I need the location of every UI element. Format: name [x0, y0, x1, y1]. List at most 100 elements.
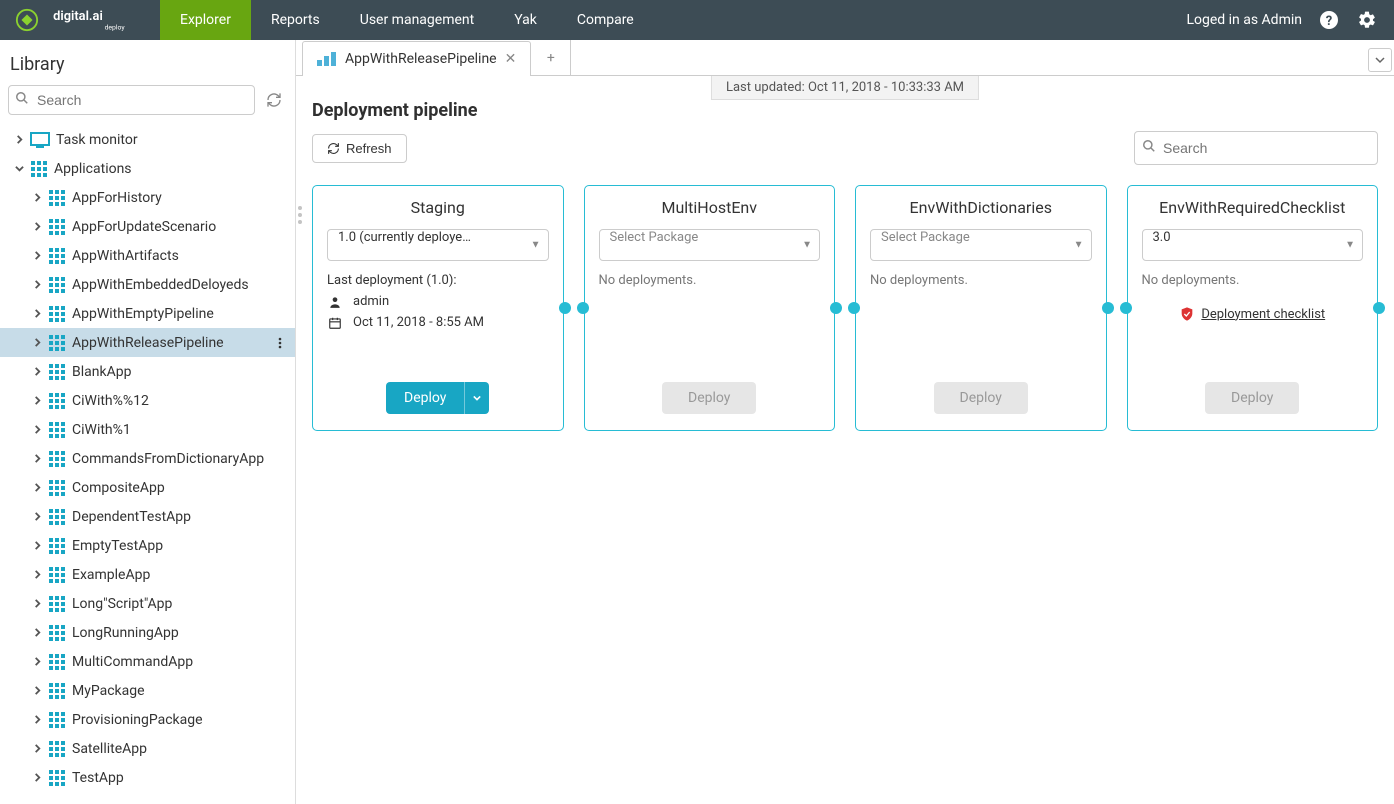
close-icon[interactable]: ✕ — [505, 51, 517, 67]
tree-item-app[interactable]: CommandsFromDictionaryApp — [0, 444, 295, 473]
package-placeholder: Select Package — [599, 229, 821, 261]
pipeline-search-input[interactable] — [1134, 131, 1378, 165]
tab-label: AppWithReleasePipeline — [345, 51, 497, 67]
tree-item-task-monitor[interactable]: Task monitor — [0, 125, 295, 154]
package-select[interactable]: Select Package▼ — [870, 229, 1092, 261]
tree-item-app[interactable]: BlankApp — [0, 357, 295, 386]
tree-item-app[interactable]: TestApp — [0, 763, 295, 792]
caret-icon — [30, 396, 44, 405]
caret-icon — [30, 454, 44, 463]
package-placeholder: Select Package — [870, 229, 1092, 261]
caret-icon — [30, 715, 44, 724]
grid-icon — [48, 392, 66, 410]
sidebar: Library Task monitorApplicationsAppForHi… — [0, 40, 296, 804]
tree-item-app[interactable]: SatelliteApp — [0, 734, 295, 763]
tree-item-app[interactable]: AppForUpdateScenario — [0, 212, 295, 241]
logo: digital.ai deploy — [0, 0, 160, 40]
chevron-down-icon: ▼ — [802, 240, 812, 251]
tree-item-app[interactable]: AppWithReleasePipeline — [0, 328, 295, 357]
tree-item-app[interactable]: EmptyTestApp — [0, 531, 295, 560]
tree-label: DependentTestApp — [72, 509, 191, 525]
deploy-dropdown[interactable] — [464, 382, 489, 414]
tree-item-app[interactable]: ExampleApp — [0, 560, 295, 589]
tree-item-app[interactable]: DependentTestApp — [0, 502, 295, 531]
caret-icon — [30, 251, 44, 260]
deploy-button-disabled: Deploy — [662, 382, 756, 414]
tree-item-applications[interactable]: Applications — [0, 154, 295, 183]
add-tab-button[interactable]: + — [531, 40, 571, 75]
grid-icon — [48, 218, 66, 236]
tree-item-app[interactable]: CiWith%%12 — [0, 386, 295, 415]
nav-explorer[interactable]: Explorer — [160, 0, 251, 40]
tree-item-app[interactable]: CompositeApp — [0, 473, 295, 502]
package-select[interactable]: 3.0▼ — [1142, 229, 1364, 261]
stage-title: MultiHostEnv — [599, 198, 821, 217]
tree-item-app[interactable]: AppWithArtifacts — [0, 241, 295, 270]
tree-label: AppForHistory — [72, 190, 162, 206]
tree-item-app[interactable]: Long"Script"App — [0, 589, 295, 618]
logo-text: digital.ai deploy — [46, 8, 146, 32]
kebab-icon[interactable] — [273, 336, 287, 350]
refresh-button[interactable]: Refresh — [312, 134, 407, 163]
nav-reports[interactable]: Reports — [251, 0, 340, 40]
tree-label: BlankApp — [72, 364, 131, 380]
svg-text:?: ? — [1326, 14, 1332, 29]
help-icon[interactable]: ? — [1318, 9, 1340, 31]
last-updated: Last updated: Oct 11, 2018 - 10:33:33 AM — [711, 76, 979, 100]
caret-icon — [30, 570, 44, 579]
pipeline-search — [1134, 131, 1378, 165]
tree-label: MyPackage — [72, 683, 145, 699]
grid-icon — [48, 276, 66, 294]
no-deployments: No deployments. — [870, 273, 1092, 288]
search-icon — [1142, 139, 1156, 157]
caret-icon — [30, 599, 44, 608]
header: digital.ai deploy Explorer Reports User … — [0, 0, 1394, 40]
nav: Explorer Reports User management Yak Com… — [160, 0, 654, 40]
nav-yak[interactable]: Yak — [494, 0, 557, 40]
grid-icon — [48, 363, 66, 381]
gear-icon[interactable] — [1356, 9, 1378, 31]
stage-staging: Staging1.0 (currently deploye…▼Last depl… — [312, 185, 564, 431]
resize-handle[interactable] — [296, 200, 304, 230]
no-deployments: No deployments. — [1142, 273, 1364, 288]
tree-label: AppWithArtifacts — [72, 248, 179, 264]
sidebar-refresh-button[interactable] — [261, 87, 287, 113]
tree-item-app[interactable]: CiWith%1 — [0, 415, 295, 444]
caret-icon — [12, 135, 26, 144]
tree-item-app[interactable]: AppForHistory — [0, 183, 295, 212]
nav-compare[interactable]: Compare — [557, 0, 654, 40]
tree-label: ProvisioningPackage — [72, 712, 203, 728]
svg-text:digital.ai: digital.ai — [53, 9, 103, 24]
deploy-button[interactable]: Deploy — [386, 382, 489, 414]
package-select[interactable]: 1.0 (currently deploye…▼ — [327, 229, 549, 261]
grid-icon — [48, 537, 66, 555]
tab-bar: AppWithReleasePipeline ✕ + — [296, 40, 1394, 76]
tree-item-app[interactable]: LongRunningApp — [0, 618, 295, 647]
sidebar-search-input[interactable] — [8, 85, 255, 115]
grid-icon — [48, 566, 66, 584]
tree-item-app[interactable]: MyPackage — [0, 676, 295, 705]
deploy-label: Deploy — [1205, 382, 1299, 414]
grid-icon — [48, 740, 66, 758]
package-select[interactable]: Select Package▼ — [599, 229, 821, 261]
tree-item-app[interactable]: MultiCommandApp — [0, 647, 295, 676]
tree-item-app[interactable]: AppWithEmbeddedDeloyeds — [0, 270, 295, 299]
grid-icon — [48, 450, 66, 468]
deploy-label: Deploy — [386, 382, 464, 414]
grid-icon — [48, 508, 66, 526]
tree: Task monitorApplications AppForHistory App… — [0, 123, 295, 804]
tree-label: SatelliteApp — [72, 741, 147, 757]
checklist-anchor[interactable]: Deployment checklist — [1201, 307, 1325, 322]
tab-app[interactable]: AppWithReleasePipeline ✕ — [302, 41, 531, 76]
logo-icon — [14, 8, 40, 32]
deploy-button-disabled: Deploy — [934, 382, 1028, 414]
chevron-down-icon[interactable] — [1368, 48, 1392, 72]
content: AppWithReleasePipeline ✕ + Last updated:… — [296, 40, 1394, 804]
tree-label: TestApp — [72, 770, 124, 786]
caret-icon — [30, 541, 44, 550]
tree-item-app[interactable]: AppWithEmptyPipeline — [0, 299, 295, 328]
nav-user-management[interactable]: User management — [340, 0, 494, 40]
tree-item-app[interactable]: ProvisioningPackage — [0, 705, 295, 734]
connector-dot — [1102, 302, 1114, 314]
last-deployment-label: Last deployment (1.0): — [327, 273, 549, 288]
